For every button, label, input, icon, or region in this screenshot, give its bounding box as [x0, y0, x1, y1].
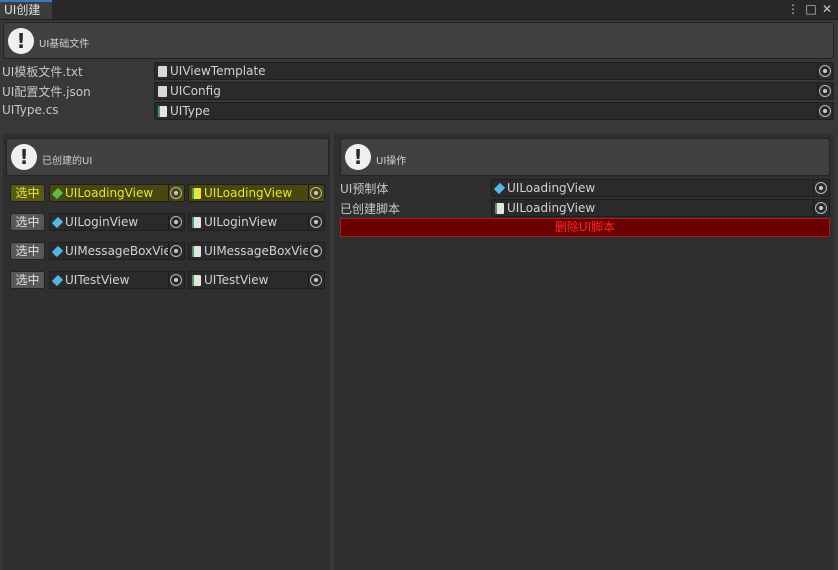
- prefab-value: UIMessageBoxVie: [65, 244, 169, 258]
- target-icon: [310, 216, 322, 228]
- script-icon: [192, 275, 201, 286]
- ui-ops-help-text: UI操作: [376, 156, 407, 167]
- target-icon: [310, 245, 322, 257]
- script-value: UIMessageBoxVie: [204, 244, 308, 258]
- target-icon: [170, 245, 182, 257]
- base-files-help-text: UI基础文件: [39, 39, 90, 50]
- prefab-field[interactable]: UILoadingView: [49, 184, 185, 202]
- target-icon: [819, 105, 831, 117]
- tab-bar: [0, 0, 838, 20]
- target-icon: [815, 202, 827, 214]
- select-button[interactable]: 选中: [10, 271, 45, 289]
- ops-script-value: UILoadingView: [507, 201, 596, 215]
- select-button[interactable]: 选中: [10, 213, 45, 231]
- uitype-file-value: UIType: [170, 104, 210, 118]
- prefab-icon: [51, 245, 64, 258]
- script-icon: [192, 188, 201, 199]
- script-value: UILoadingView: [204, 186, 293, 200]
- target-icon: [310, 187, 322, 199]
- object-picker-button[interactable]: [813, 200, 829, 216]
- text-asset-icon: [158, 86, 167, 97]
- prefab-label: UI预制体: [340, 182, 389, 196]
- target-icon: [815, 182, 827, 194]
- ui-ops-helpbox: ! UI操作: [340, 138, 830, 176]
- created-script-label: 已创建脚本: [340, 202, 401, 216]
- uitype-file-field[interactable]: UIType: [154, 102, 834, 120]
- ops-prefab-field[interactable]: UILoadingView: [491, 179, 830, 197]
- created-ui-help-text: 已创建的UI: [42, 156, 93, 167]
- ops-script-field[interactable]: UILoadingView: [491, 199, 830, 217]
- object-picker-button[interactable]: [817, 63, 833, 79]
- object-picker-button[interactable]: [168, 272, 184, 288]
- ops-prefab-value: UILoadingView: [507, 181, 596, 195]
- script-field[interactable]: UILoadingView: [188, 184, 325, 202]
- target-icon: [819, 65, 831, 77]
- target-icon: [310, 274, 322, 286]
- script-field[interactable]: UILoginView: [188, 213, 325, 231]
- target-icon: [819, 85, 831, 97]
- close-icon[interactable]: ✕: [820, 0, 834, 18]
- object-picker-button[interactable]: [308, 243, 324, 259]
- script-field[interactable]: UITestView: [188, 271, 325, 289]
- text-asset-icon: [158, 66, 167, 77]
- tab-ui-create[interactable]: UI创建: [0, 0, 52, 19]
- prefab-value: UILoadingView: [65, 186, 154, 200]
- object-picker-button[interactable]: [168, 214, 184, 230]
- script-icon: [192, 246, 201, 257]
- target-icon: [170, 216, 182, 228]
- menu-icon[interactable]: ⋮: [786, 0, 800, 18]
- config-file-field[interactable]: UIConfig: [154, 82, 834, 100]
- info-icon: !: [345, 144, 371, 170]
- delete-ui-script-button[interactable]: 删除UI脚本: [340, 218, 830, 237]
- script-icon: [158, 106, 167, 117]
- select-button[interactable]: 选中: [10, 184, 45, 202]
- maximize-icon[interactable]: □: [804, 0, 818, 18]
- template-file-field[interactable]: UIViewTemplate: [154, 62, 834, 80]
- object-picker-button[interactable]: [308, 272, 324, 288]
- object-picker-button[interactable]: [168, 185, 184, 201]
- object-picker-button[interactable]: [813, 180, 829, 196]
- object-picker-button[interactable]: [308, 214, 324, 230]
- prefab-icon: [493, 182, 506, 195]
- select-button[interactable]: 选中: [10, 242, 45, 260]
- template-file-value: UIViewTemplate: [170, 64, 266, 78]
- template-file-label: UI模板文件.txt: [2, 65, 83, 79]
- script-icon: [192, 217, 201, 228]
- prefab-field[interactable]: UITestView: [49, 271, 185, 289]
- prefab-icon: [51, 216, 64, 229]
- object-picker-button[interactable]: [168, 243, 184, 259]
- prefab-icon: [51, 187, 64, 200]
- script-field[interactable]: UIMessageBoxVie: [188, 242, 325, 260]
- prefab-value: UILoginView: [65, 215, 139, 229]
- uitype-file-label: UIType.cs: [2, 103, 59, 117]
- object-picker-button[interactable]: [817, 83, 833, 99]
- info-icon: !: [8, 28, 34, 54]
- script-icon: [495, 203, 504, 214]
- prefab-value: UITestView: [65, 273, 130, 287]
- prefab-field[interactable]: UIMessageBoxVie: [49, 242, 185, 260]
- script-value: UILoginView: [204, 215, 278, 229]
- target-icon: [170, 187, 182, 199]
- created-ui-helpbox: ! 已创建的UI: [6, 138, 329, 176]
- config-file-label: UI配置文件.json: [2, 85, 91, 99]
- script-value: UITestView: [204, 273, 269, 287]
- object-picker-button[interactable]: [817, 103, 833, 119]
- target-icon: [170, 274, 182, 286]
- config-file-value: UIConfig: [170, 84, 221, 98]
- info-icon: !: [11, 144, 37, 170]
- base-files-helpbox: ! UI基础文件: [3, 22, 834, 59]
- prefab-icon: [51, 274, 64, 287]
- object-picker-button[interactable]: [308, 185, 324, 201]
- prefab-field[interactable]: UILoginView: [49, 213, 185, 231]
